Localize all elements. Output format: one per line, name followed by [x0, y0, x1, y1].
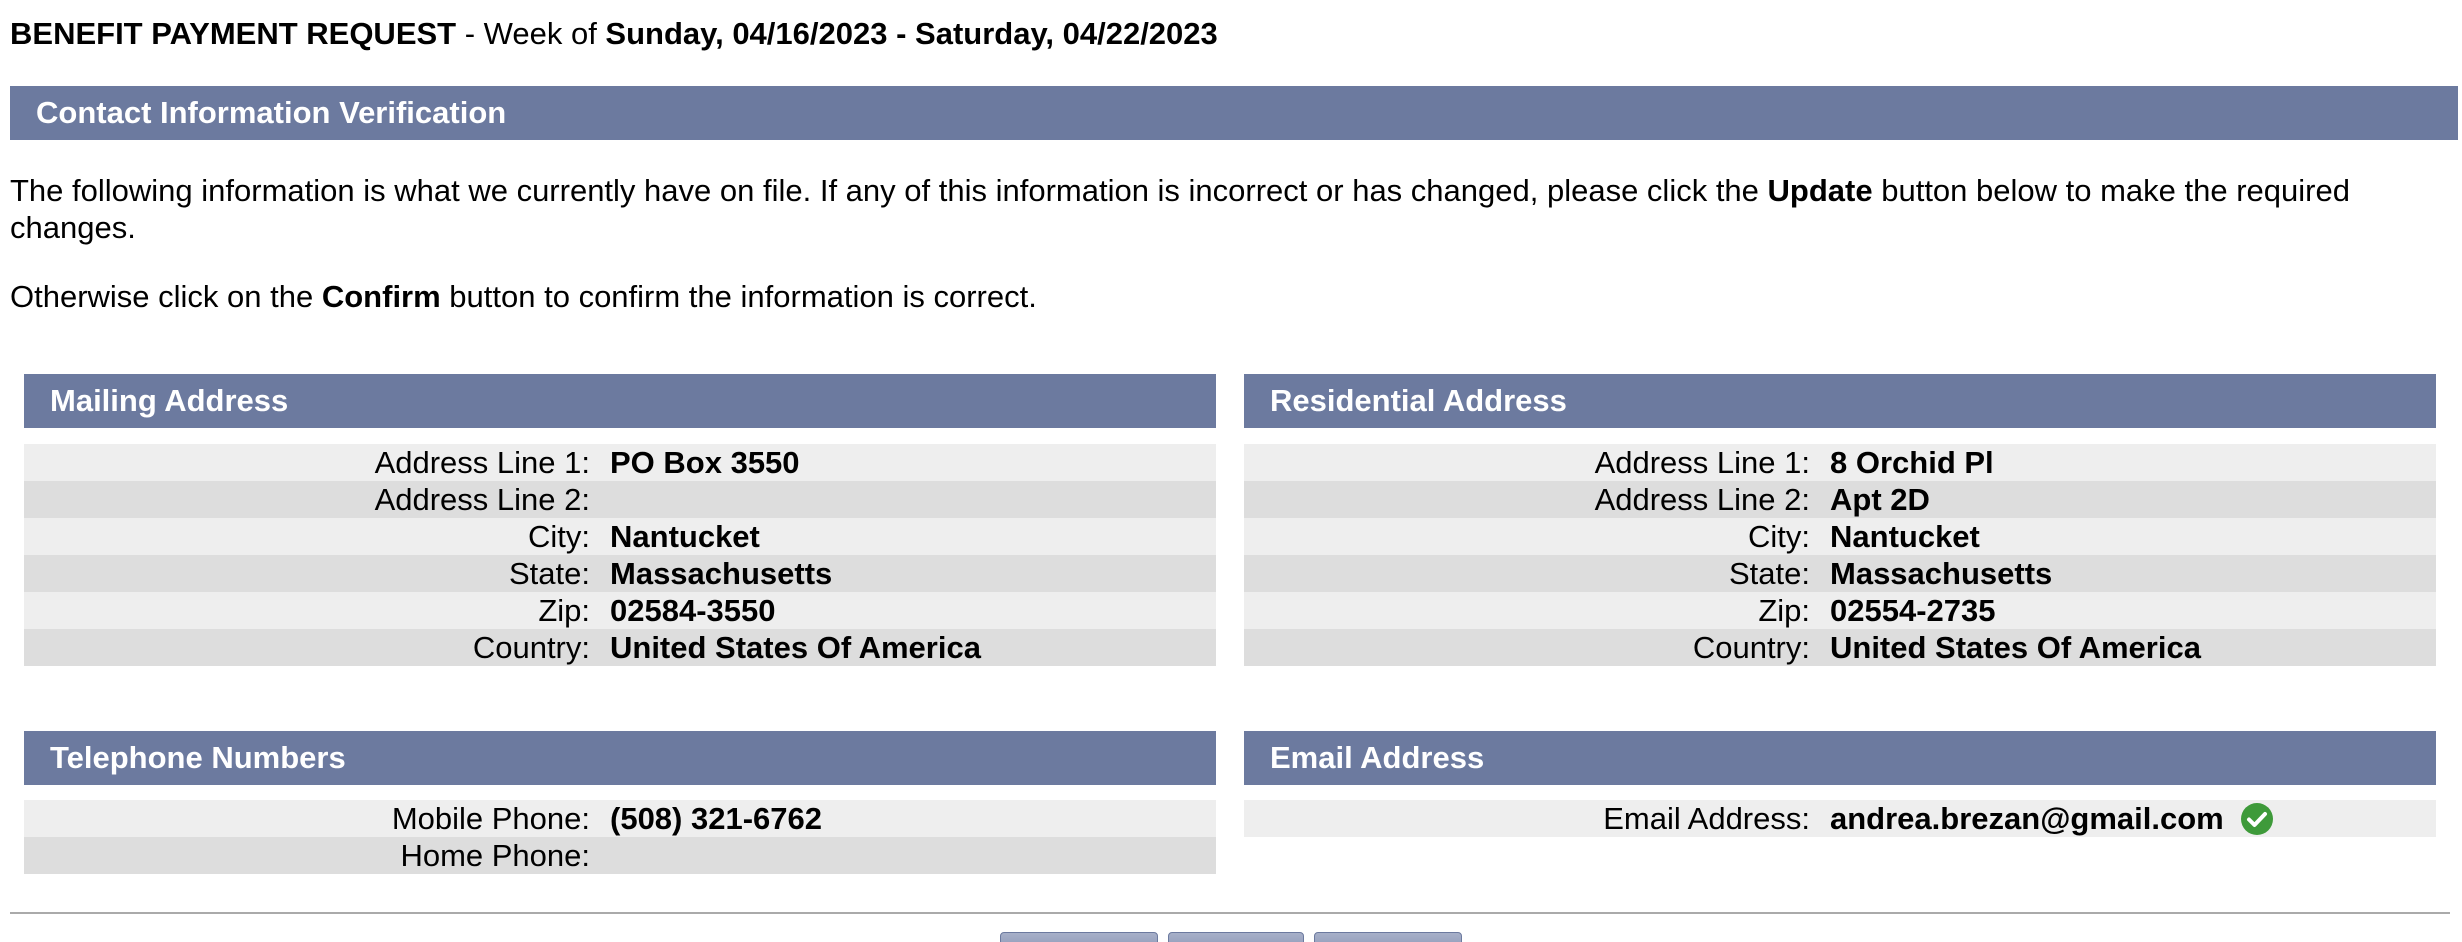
- telephone-fields: Mobile Phone: (508) 321-6762 Home Phone:: [24, 800, 1216, 874]
- mailing-address-row: Address Line 2:: [24, 481, 1216, 518]
- field-label: Home Phone:: [400, 838, 590, 873]
- page-title-main: BENEFIT PAYMENT REQUEST: [10, 16, 457, 51]
- check-circle-icon: [2240, 802, 2273, 835]
- residential-address-row: City: Nantucket: [1244, 518, 2436, 555]
- page-title-week-of: - Week of: [456, 16, 606, 51]
- field-label: Email Address:: [1603, 801, 1810, 836]
- page-title: BENEFIT PAYMENT REQUEST - Week of Sunday…: [10, 16, 1218, 52]
- field-value-text: andrea.brezan@gmail.com: [1830, 801, 2224, 836]
- email-fields: Email Address: andrea.brezan@gmail.com: [1244, 800, 2436, 837]
- field-value-text: Apt 2D: [1830, 482, 1930, 517]
- field-value-text: Nantucket: [1830, 519, 1980, 554]
- field-value-text: 8 Orchid Pl: [1830, 445, 1994, 480]
- week-end-date: Saturday, 04/22/2023: [915, 16, 1218, 51]
- field-value-text: Massachusetts: [610, 556, 833, 591]
- field-value-text: Massachusetts: [1830, 556, 2053, 591]
- instruction-text-1: The following information is what we cur…: [10, 173, 1768, 208]
- field-label: Zip:: [1758, 593, 1810, 628]
- benefit-payment-page: BENEFIT PAYMENT REQUEST - Week of Sunday…: [0, 0, 2462, 942]
- residential-address-row: Country: United States Of America: [1244, 629, 2436, 666]
- confirm-button[interactable]: [1168, 932, 1304, 942]
- field-label: Address Line 1:: [1594, 445, 1810, 480]
- field-value: (508) 321-6762: [610, 800, 822, 837]
- mailing-address-header: Mailing Address: [24, 374, 1216, 428]
- field-value: 8 Orchid Pl: [1830, 444, 1994, 481]
- field-label: State:: [1729, 556, 1810, 591]
- field-value-text: United States Of America: [610, 630, 981, 665]
- field-value: United States Of America: [610, 629, 981, 666]
- field-value: Nantucket: [610, 518, 760, 555]
- confirm-word: Confirm: [321, 279, 441, 314]
- field-value: 02584-3550: [610, 592, 776, 629]
- telephone-row: Home Phone:: [24, 837, 1216, 874]
- field-label: State:: [509, 556, 590, 591]
- field-value: PO Box 3550: [610, 444, 800, 481]
- field-label: City:: [528, 519, 590, 554]
- field-label: Country:: [472, 630, 590, 665]
- field-label: Address Line 2:: [1594, 482, 1810, 517]
- mailing-address-row: Zip: 02584-3550: [24, 592, 1216, 629]
- telephone-numbers-header: Telephone Numbers: [24, 731, 1216, 785]
- residential-address-row: Zip: 02554-2735: [1244, 592, 2436, 629]
- residential-address-row: State: Massachusetts: [1244, 555, 2436, 592]
- field-value-text: 02554-2735: [1830, 593, 1996, 628]
- confirm-text-2: button to confirm the information is cor…: [440, 279, 1037, 314]
- field-label: City:: [1748, 519, 1810, 554]
- residential-address-fields: Address Line 1: 8 Orchid Pl Address Line 2…: [1244, 444, 2436, 666]
- cancel-button[interactable]: [1314, 932, 1462, 942]
- residential-address-row: Address Line 2: Apt 2D: [1244, 481, 2436, 518]
- field-value: andrea.brezan@gmail.com: [1830, 800, 2274, 837]
- email-address-header: Email Address: [1244, 731, 2436, 785]
- field-label: Zip:: [538, 593, 590, 628]
- field-value: Massachusetts: [1830, 555, 2052, 592]
- confirm-paragraph: Otherwise click on the Confirm button to…: [10, 278, 2450, 315]
- instruction-paragraph: The following information is what we cur…: [10, 172, 2450, 246]
- mailing-address-fields: Address Line 1: PO Box 3550 Address Line 2…: [24, 444, 1216, 666]
- mailing-address-row: City: Nantucket: [24, 518, 1216, 555]
- field-value: Massachusetts: [610, 555, 832, 592]
- residential-address-row: Address Line 1: 8 Orchid Pl: [1244, 444, 2436, 481]
- update-button[interactable]: [1000, 932, 1158, 942]
- field-value-text: 02584-3550: [610, 593, 776, 628]
- instruction-update-word: Update: [1767, 173, 1873, 208]
- field-value: Nantucket: [1830, 518, 1980, 555]
- contact-verification-header: Contact Information Verification: [10, 86, 2458, 140]
- field-label: Mobile Phone:: [391, 801, 590, 836]
- field-label: Address Line 1:: [374, 445, 590, 480]
- mailing-address-row: State: Massachusetts: [24, 555, 1216, 592]
- field-label: Country:: [1692, 630, 1810, 665]
- field-value-text: (508) 321-6762: [610, 801, 822, 836]
- field-value: Apt 2D: [1830, 481, 1930, 518]
- field-value-text: PO Box 3550: [610, 445, 800, 480]
- section-divider: [10, 912, 2450, 914]
- field-value: 02554-2735: [1830, 592, 1996, 629]
- email-row: Email Address: andrea.brezan@gmail.com: [1244, 800, 2436, 837]
- residential-address-header: Residential Address: [1244, 374, 2436, 428]
- field-label: Address Line 2:: [374, 482, 590, 517]
- mailing-address-row: Country: United States Of America: [24, 629, 1216, 666]
- field-value: United States Of America: [1830, 629, 2201, 666]
- field-value-text: Nantucket: [610, 519, 760, 554]
- confirm-text-1: Otherwise click on the: [10, 279, 322, 314]
- week-date-dash: -: [887, 16, 916, 51]
- mailing-address-row: Address Line 1: PO Box 3550: [24, 444, 1216, 481]
- field-value-text: United States Of America: [1830, 630, 2201, 665]
- week-start-date: Sunday, 04/16/2023: [605, 16, 888, 51]
- telephone-row: Mobile Phone: (508) 321-6762: [24, 800, 1216, 837]
